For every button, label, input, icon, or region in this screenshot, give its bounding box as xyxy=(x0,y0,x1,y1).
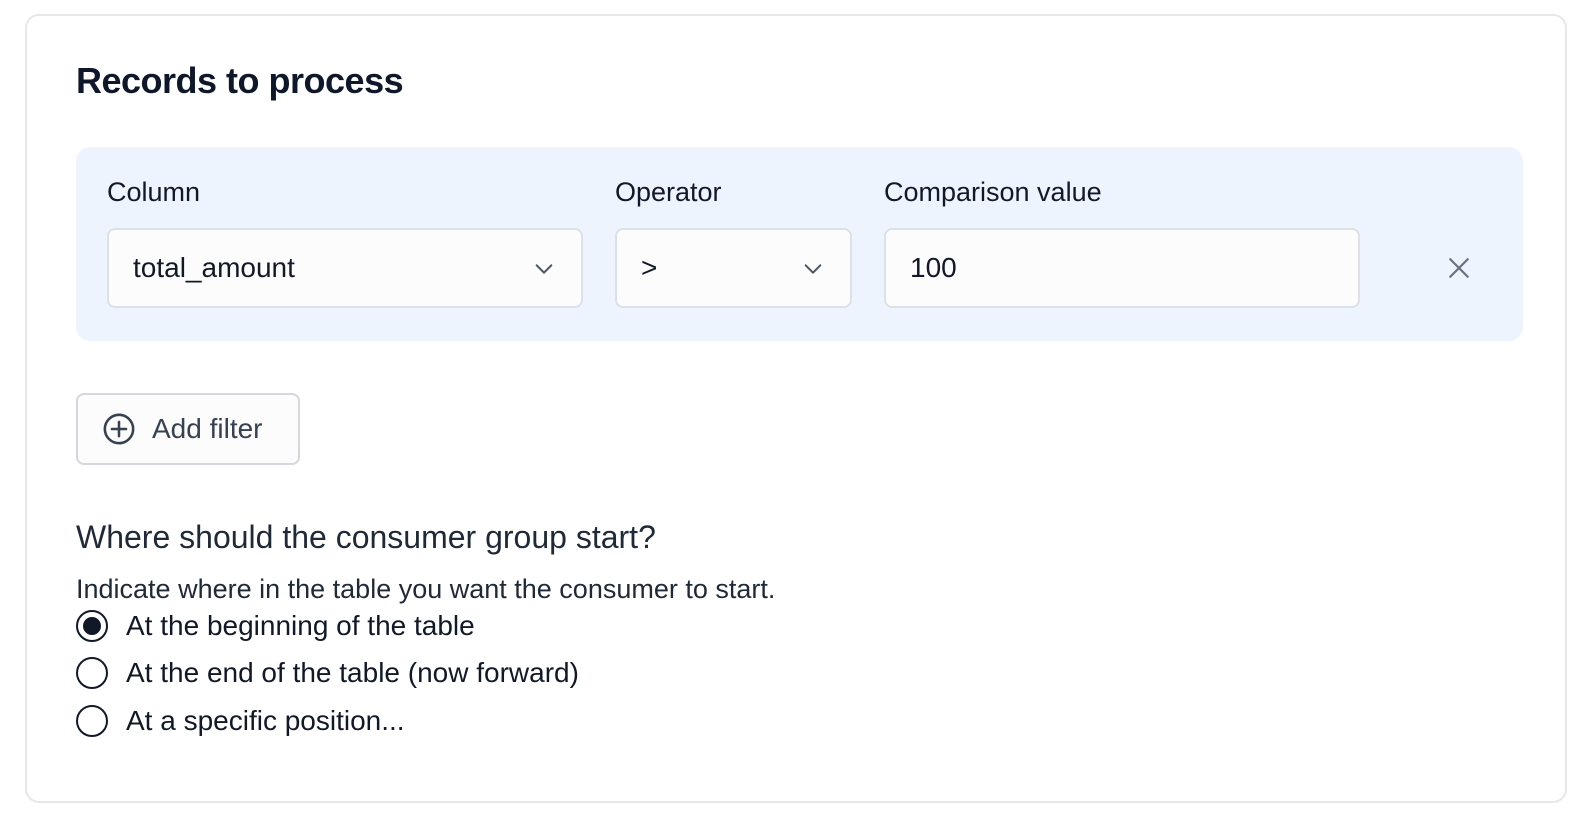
add-filter-button[interactable]: Add filter xyxy=(76,393,300,465)
operator-select[interactable]: > xyxy=(615,228,852,308)
column-select-value: total_amount xyxy=(133,252,295,283)
radio-option-specific[interactable]: At a specific position... xyxy=(76,703,405,739)
radio-option-beginning[interactable]: At the beginning of the table xyxy=(76,608,475,644)
start-help-text: Indicate where in the table you want the… xyxy=(76,574,776,604)
radio-label: At the end of the table (now forward) xyxy=(126,657,579,688)
radio-button[interactable] xyxy=(76,610,108,642)
chevron-down-icon xyxy=(535,264,553,274)
comparison-value-input[interactable]: 100 xyxy=(884,228,1360,308)
add-filter-label: Add filter xyxy=(152,413,263,444)
start-question: Where should the consumer group start? xyxy=(76,519,656,555)
operator-label: Operator xyxy=(615,177,722,207)
comparison-value-text: 100 xyxy=(910,252,957,283)
radio-button[interactable] xyxy=(76,705,108,737)
radio-label: At a specific position... xyxy=(126,705,405,736)
column-select[interactable]: total_amount xyxy=(107,228,583,308)
close-icon[interactable] xyxy=(1444,253,1474,283)
radio-option-end[interactable]: At the end of the table (now forward) xyxy=(76,655,579,691)
radio-button[interactable] xyxy=(76,657,108,689)
comparison-label: Comparison value xyxy=(884,177,1102,207)
chevron-down-icon xyxy=(804,264,822,274)
column-label: Column xyxy=(107,177,201,207)
filter-row: Column Operator Comparison value total_a… xyxy=(76,147,1523,341)
plus-circle-icon xyxy=(103,413,135,445)
radio-label: At the beginning of the table xyxy=(126,610,475,641)
records-card: Records to process Column Operator Compa… xyxy=(25,14,1567,803)
section-title: Records to process xyxy=(76,60,404,101)
radio-selected-dot xyxy=(83,617,101,635)
operator-select-value: > xyxy=(641,252,658,283)
